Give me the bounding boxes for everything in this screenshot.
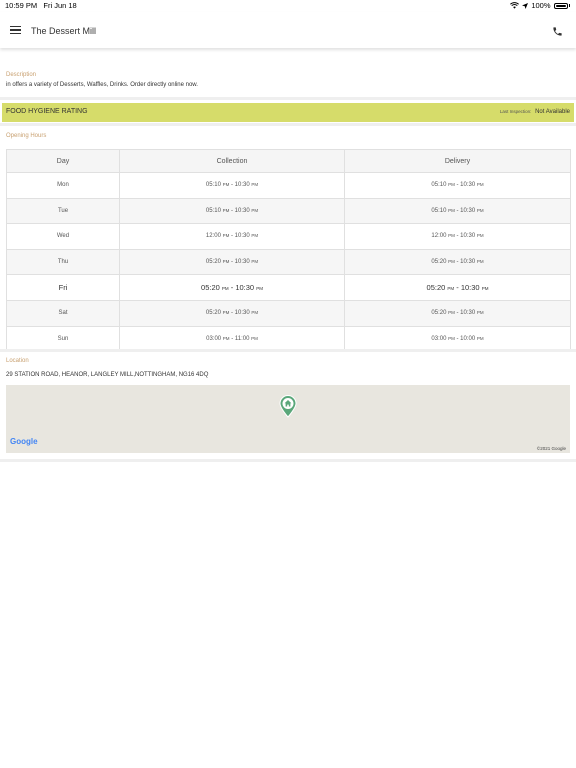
table-row-today: Fri 05:20 PM - 10:30 PM 05:20 PM - 10:30…: [6, 274, 571, 301]
day-cell: Tue: [6, 197, 120, 225]
battery-percent: 100%: [531, 1, 551, 10]
google-logo: Google: [10, 437, 38, 446]
day-cell: Sun: [6, 325, 120, 353]
opening-hours-label: Opening Hours: [6, 133, 47, 139]
table-row: Sat 05:20 PM - 10:30 PM 05:20 PM - 10:30…: [6, 299, 571, 327]
page-title: The Dessert Mill: [31, 26, 97, 36]
table-row: Wed 12:00 PM - 10:30 PM 12:00 PM - 10:30…: [6, 223, 571, 250]
table-row: Tue 05:10 PM - 10:30 PM 05:10 PM - 10:30…: [6, 197, 571, 225]
food-hygiene-rating-bar: FOOD HYGIENE RATING Last Inspection: Not…: [2, 103, 574, 122]
status-right: 100%: [510, 1, 570, 10]
location-label: Location: [6, 358, 29, 364]
day-cell: Wed: [6, 223, 120, 250]
delivery-hours-cell: 05:10 PM - 10:30 PM: [344, 172, 571, 199]
battery-icon: [553, 2, 568, 9]
home-map-pin-icon[interactable]: [279, 395, 297, 418]
collection-hours-cell: 05:10 PM - 10:30 PM: [119, 197, 345, 225]
status-time-date: 10:59 PM Fri Jun 18: [5, 1, 77, 10]
delivery-hours-cell: 05:20 PM - 10:30 PM: [344, 248, 571, 276]
table-row: Thu 05:20 PM - 10:30 PM 05:20 PM - 10:30…: [6, 248, 571, 276]
delivery-hours-cell: 12:00 PM - 10:30 PM: [344, 223, 571, 250]
delivery-hours-cell: 03:00 PM - 10:00 PM: [344, 325, 571, 353]
divider: [0, 349, 576, 352]
table-header-row: Day Collection Delivery: [6, 149, 571, 173]
battery-tip: [568, 4, 570, 7]
address-text: 29 STATION ROAD, HEANOR, LANGLEY MILL,NO…: [6, 372, 209, 378]
wifi-icon: [510, 2, 520, 9]
divider: [0, 459, 576, 462]
location-map[interactable]: Google ©2021 Google: [6, 385, 570, 453]
table-row: Sun 03:00 PM - 11:00 PM 03:00 PM - 10:00…: [6, 325, 571, 353]
delivery-hours-cell: 05:20 PM - 10:30 PM: [344, 274, 571, 301]
last-inspection: Last Inspection: Not Available: [500, 109, 570, 115]
hamburger-menu-icon[interactable]: [10, 26, 21, 35]
description-text: in offers a variety of Desserts, Waffles…: [6, 82, 198, 88]
column-header-day: Day: [6, 149, 120, 173]
status-bar: 10:59 PM Fri Jun 18 100%: [0, 0, 576, 12]
phone-icon[interactable]: [552, 26, 563, 37]
status-date: Fri Jun 18: [43, 1, 77, 10]
divider: [0, 97, 576, 100]
collection-hours-cell: 05:20 PM - 10:30 PM: [119, 274, 345, 301]
app-header: The Dessert Mill: [0, 12, 576, 48]
location-arrow-icon: [522, 2, 529, 9]
collection-hours-cell: 05:10 PM - 10:30 PM: [119, 172, 345, 199]
column-header-collection: Collection: [119, 149, 345, 173]
map-copyright: ©2021 Google: [536, 446, 566, 451]
divider: [0, 123, 576, 126]
description-label: Description: [6, 72, 37, 78]
delivery-hours-cell: 05:10 PM - 10:30 PM: [344, 197, 571, 225]
day-cell: Fri: [6, 274, 120, 301]
collection-hours-cell: 05:20 PM - 10:30 PM: [119, 248, 345, 276]
collection-hours-cell: 05:20 PM - 10:30 PM: [119, 299, 345, 327]
table-row: Mon 05:10 PM - 10:30 PM 05:10 PM - 10:30…: [6, 172, 571, 199]
last-inspection-label: Last Inspection:: [499, 109, 532, 114]
delivery-hours-cell: 05:20 PM - 10:30 PM: [344, 299, 571, 327]
day-cell: Mon: [6, 172, 120, 199]
last-inspection-value: Not Available: [535, 109, 570, 115]
opening-hours-table: Day Collection Delivery Mon 05:10 PM - 1…: [6, 149, 571, 353]
status-time: 10:59 PM: [5, 1, 38, 10]
collection-hours-cell: 03:00 PM - 11:00 PM: [119, 325, 345, 353]
day-cell: Sat: [6, 299, 120, 327]
day-cell: Thu: [6, 248, 120, 276]
collection-hours-cell: 12:00 PM - 10:30 PM: [119, 223, 345, 250]
column-header-delivery: Delivery: [344, 149, 571, 173]
hygiene-title: FOOD HYGIENE RATING: [6, 108, 88, 115]
